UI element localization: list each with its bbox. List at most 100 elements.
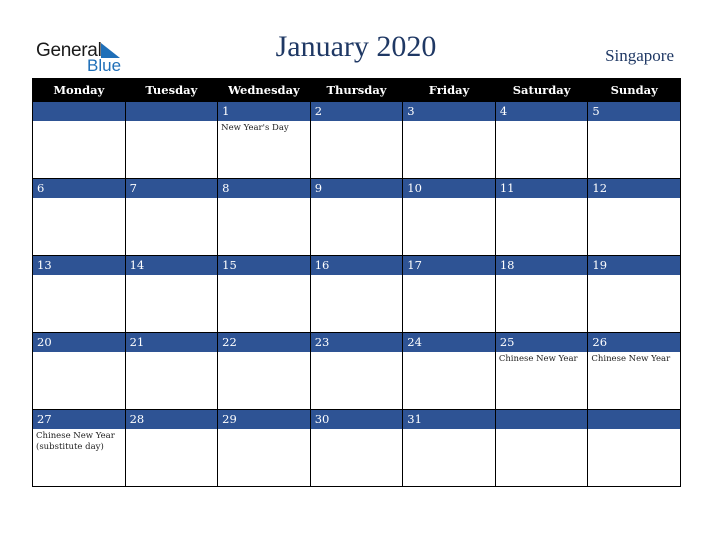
holiday-label — [126, 429, 209, 431]
day-cell[interactable]: 23 — [309, 332, 404, 410]
day-number: 17 — [403, 256, 495, 275]
day-cell[interactable]: 3 — [402, 101, 496, 179]
holiday-label — [126, 275, 209, 277]
holiday-label — [588, 275, 671, 277]
holiday-label — [496, 198, 579, 200]
day-cell[interactable] — [587, 409, 681, 487]
day-number: 31 — [403, 410, 495, 429]
day-cell[interactable]: 15 — [217, 255, 311, 333]
day-cell[interactable]: 24 — [402, 332, 496, 410]
day-number: 6 — [33, 179, 125, 198]
day-number: 7 — [125, 179, 218, 198]
day-cell[interactable]: 10 — [402, 178, 496, 256]
day-number: 22 — [218, 333, 310, 352]
day-number: 14 — [125, 256, 218, 275]
weekday-header: Monday — [32, 78, 126, 102]
day-cell[interactable]: 6 — [32, 178, 126, 256]
day-cell[interactable]: 30 — [309, 409, 404, 487]
holiday-label — [496, 275, 579, 277]
holiday-label — [496, 121, 579, 123]
day-cell[interactable]: 31 — [402, 409, 496, 487]
day-cell[interactable]: 14 — [124, 255, 219, 333]
holiday-label — [33, 275, 116, 277]
calendar-grid: Monday Tuesday Wednesday Thursday Friday… — [32, 78, 681, 487]
holiday-label — [403, 198, 486, 200]
day-cell[interactable]: 9 — [309, 178, 404, 256]
day-cell[interactable]: 18 — [494, 255, 589, 333]
day-number: 12 — [588, 179, 680, 198]
day-number: 30 — [310, 410, 403, 429]
day-cell[interactable]: 20 — [32, 332, 126, 410]
weekday-header: Friday — [402, 78, 496, 102]
day-number: 15 — [218, 256, 310, 275]
holiday-label — [126, 121, 209, 123]
country-label: Singapore — [605, 46, 674, 65]
day-number: 18 — [495, 256, 588, 275]
day-cell[interactable]: 1 New Year's Day — [217, 101, 311, 179]
day-number: 23 — [310, 333, 403, 352]
holiday-label — [588, 429, 671, 431]
week-row: 13 14 15 16 17 18 19 — [32, 255, 681, 333]
holiday-label — [218, 275, 301, 277]
holiday-label — [33, 198, 116, 200]
day-cell[interactable]: 25 Chinese New Year — [494, 332, 589, 410]
day-cell[interactable]: 26 Chinese New Year — [587, 332, 681, 410]
day-cell[interactable]: 28 — [124, 409, 219, 487]
day-cell[interactable]: 2 — [309, 101, 404, 179]
day-cell[interactable] — [32, 101, 126, 179]
holiday-label — [311, 429, 394, 431]
day-number: 29 — [218, 410, 310, 429]
day-cell[interactable]: 7 — [124, 178, 219, 256]
weekday-header: Sunday — [587, 78, 681, 102]
day-number: 8 — [218, 179, 310, 198]
day-number: 11 — [495, 179, 588, 198]
week-row: 27 Chinese New Year (substitute day) 28 29 3… — [32, 409, 681, 487]
day-cell[interactable]: 5 — [587, 101, 681, 179]
day-number: 24 — [403, 333, 495, 352]
day-cell[interactable]: 8 — [217, 178, 311, 256]
holiday-label — [403, 429, 486, 431]
day-number: 3 — [403, 102, 495, 121]
day-cell[interactable]: 16 — [309, 255, 404, 333]
day-cell[interactable]: 21 — [124, 332, 219, 410]
holiday-label — [403, 352, 486, 354]
day-cell[interactable]: 22 — [217, 332, 311, 410]
weekday-header: Tuesday — [124, 78, 219, 102]
holiday-label — [33, 121, 116, 123]
day-cell[interactable]: 17 — [402, 255, 496, 333]
day-cell[interactable]: 13 — [32, 255, 126, 333]
day-number — [33, 102, 125, 121]
day-cell[interactable]: 12 — [587, 178, 681, 256]
day-cell[interactable]: 29 — [217, 409, 311, 487]
day-cell[interactable]: 19 — [587, 255, 681, 333]
day-cell[interactable] — [494, 409, 589, 487]
day-cell[interactable]: 4 — [494, 101, 589, 179]
holiday-label — [218, 352, 301, 354]
holiday-label — [588, 198, 671, 200]
day-number: 2 — [310, 102, 403, 121]
day-number: 25 — [495, 333, 588, 352]
day-number: 9 — [310, 179, 403, 198]
week-row: 1 New Year's Day 2 3 4 5 — [32, 101, 681, 179]
day-number — [495, 410, 588, 429]
holiday-label — [311, 198, 394, 200]
holiday-label: New Year's Day — [221, 123, 289, 133]
holiday-label — [218, 429, 301, 431]
holiday-label — [311, 121, 394, 123]
day-number: 1 — [218, 102, 310, 121]
day-cell[interactable]: 11 — [494, 178, 589, 256]
weekday-header: Wednesday — [217, 78, 311, 102]
holiday-label — [33, 352, 116, 354]
day-number: 4 — [495, 102, 588, 121]
day-number: 27 — [33, 410, 125, 429]
day-number: 5 — [588, 102, 680, 121]
day-number: 16 — [310, 256, 403, 275]
day-number: 20 — [33, 333, 125, 352]
weekday-header: Thursday — [309, 78, 404, 102]
day-cell[interactable] — [124, 101, 219, 179]
day-cell[interactable]: 27 Chinese New Year (substitute day) — [32, 409, 126, 487]
weekday-header-row: Monday Tuesday Wednesday Thursday Friday… — [32, 78, 681, 102]
holiday-label — [126, 198, 209, 200]
holiday-label: Chinese New Year — [591, 354, 671, 364]
holiday-label — [126, 352, 209, 354]
